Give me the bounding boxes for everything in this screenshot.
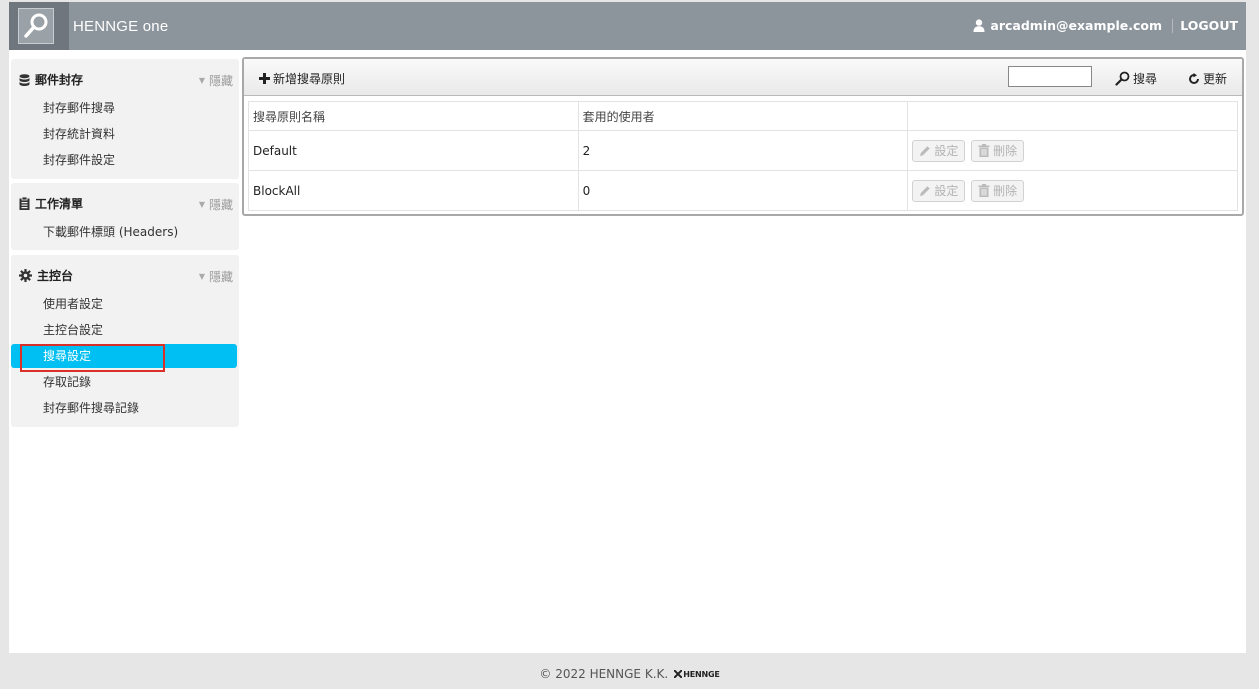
user-menu[interactable]: arcadmin@example.com xyxy=(973,18,1162,33)
clipboard-icon xyxy=(19,197,30,210)
sidebar-item-download-headers[interactable]: 下載郵件標頭 (Headers) xyxy=(43,219,178,245)
delete-label: 刪除 xyxy=(993,144,1018,158)
sidebar-item-archive-stats[interactable]: 封存統計資料 xyxy=(43,121,115,147)
add-policy-label: 新增搜尋原則 xyxy=(273,72,346,86)
brand-prefix: HENNGE xyxy=(73,18,139,35)
delete-button[interactable]: 刪除 xyxy=(971,139,1025,162)
section-title-archive: 郵件封存 xyxy=(19,71,83,88)
policy-name-cell: Default xyxy=(248,130,579,171)
hide-toggle-tasks[interactable]: ▼ 隱藏 xyxy=(199,196,233,213)
edit-button[interactable]: 設定 xyxy=(912,179,966,202)
footer-logo: HENNGE xyxy=(674,669,720,679)
applied-users-cell: 0 xyxy=(577,170,909,211)
column-header-applied-users: 套用的使用者 xyxy=(577,101,909,131)
edit-button[interactable]: 設定 xyxy=(912,139,966,162)
section-title-text: 工作清單 xyxy=(35,197,84,211)
brand-name: HENNGE one xyxy=(73,18,168,35)
sidebar-item-archive-settings[interactable]: 封存郵件設定 xyxy=(43,147,115,173)
policy-table: 搜尋原則名稱 套用的使用者 Default 2 設定 刪除 BlockAll 0… xyxy=(248,101,1238,211)
section-title-tasks: 工作清單 xyxy=(19,195,83,212)
sidebar-item-console-settings[interactable]: 主控台設定 xyxy=(43,317,103,343)
refresh-button[interactable]: 更新 xyxy=(1188,70,1227,87)
highlight-annotation xyxy=(20,344,165,372)
sidebar-section-console: 主控台 ▼ 隱藏 使用者設定 主控台設定 搜尋設定 存取記錄 封存郵件搜尋記錄 xyxy=(11,255,239,427)
hide-label: 隱藏 xyxy=(208,270,233,284)
actions-cell: 設定 刪除 xyxy=(907,170,1238,211)
sidebar-section-tasks: 工作清單 ▼ 隱藏 下載郵件標頭 (Headers) xyxy=(11,183,239,250)
top-header: HENNGE one arcadmin@example.com LOGOUT xyxy=(9,2,1246,50)
sidebar-item-user-settings[interactable]: 使用者設定 xyxy=(43,291,103,317)
henngeflower-logo-icon xyxy=(674,670,683,678)
hide-toggle-console[interactable]: ▼ 隱藏 xyxy=(199,268,233,285)
column-header-policy-name: 搜尋原則名稱 xyxy=(248,101,579,131)
hide-label: 隱藏 xyxy=(208,74,233,88)
delete-label: 刪除 xyxy=(993,184,1018,198)
user-icon xyxy=(973,19,985,32)
search-label: 搜尋 xyxy=(1133,72,1158,86)
policy-name-cell: BlockAll xyxy=(248,170,579,211)
triangle-down-icon: ▼ xyxy=(198,200,205,209)
search-button[interactable]: 搜尋 xyxy=(1115,70,1157,87)
actions-cell: 設定 刪除 xyxy=(907,130,1238,171)
table-row: BlockAll 0 設定 刪除 xyxy=(248,170,1238,211)
pencil-icon xyxy=(920,145,931,156)
delete-button[interactable]: 刪除 xyxy=(971,179,1025,202)
search-policy-panel: 新增搜尋原則 搜尋 更新 搜尋原則名稱 套用的使用者 Default 2 設定 … xyxy=(242,57,1244,216)
column-header-actions xyxy=(907,101,1238,131)
database-icon xyxy=(19,73,30,86)
section-title-text: 郵件封存 xyxy=(35,73,84,87)
refresh-icon xyxy=(1189,72,1199,84)
logout-link[interactable]: LOGOUT xyxy=(1180,18,1238,33)
section-title-text: 主控台 xyxy=(37,269,74,283)
applied-users-cell: 2 xyxy=(577,130,909,171)
table-header-row: 搜尋原則名稱 套用的使用者 xyxy=(248,101,1238,131)
plus-icon xyxy=(259,73,270,84)
hide-toggle-archive[interactable]: ▼ 隱藏 xyxy=(199,72,233,89)
edit-label: 設定 xyxy=(934,144,959,158)
sidebar-item-access-log[interactable]: 存取記錄 xyxy=(43,369,91,395)
footer-logo-text: HENNGE xyxy=(683,669,720,679)
trash-icon xyxy=(978,144,990,157)
trash-icon xyxy=(978,184,990,197)
panel-toolbar: 新增搜尋原則 搜尋 更新 xyxy=(244,59,1242,96)
user-email: arcadmin@example.com xyxy=(990,18,1162,33)
pencil-icon xyxy=(920,185,931,196)
sidebar-item-archive-search[interactable]: 封存郵件搜尋 xyxy=(43,95,115,121)
table-row: Default 2 設定 刪除 xyxy=(248,130,1238,171)
footer-copyright: © 2022 HENNGE K.K. xyxy=(539,667,669,681)
edit-label: 設定 xyxy=(934,184,959,198)
hide-label: 隱藏 xyxy=(208,198,233,212)
search-icon xyxy=(1115,71,1130,86)
search-input[interactable] xyxy=(1008,66,1092,87)
section-title-console: 主控台 xyxy=(19,267,73,284)
triangle-down-icon: ▼ xyxy=(198,76,205,85)
magnifier-logo-icon xyxy=(18,8,54,44)
triangle-down-icon: ▼ xyxy=(198,272,205,281)
brand-suffix: one xyxy=(142,18,169,35)
header-divider xyxy=(1172,19,1173,33)
app-logo[interactable] xyxy=(9,2,69,50)
gear-icon xyxy=(19,269,32,282)
refresh-label: 更新 xyxy=(1203,72,1228,86)
add-policy-button[interactable]: 新增搜尋原則 xyxy=(259,70,345,87)
footer: © 2022 HENNGE K.K. HENNGE xyxy=(0,667,1259,681)
sidebar-section-archive: 郵件封存 ▼ 隱藏 封存郵件搜尋 封存統計資料 封存郵件設定 xyxy=(11,59,239,179)
sidebar-item-archive-search-log[interactable]: 封存郵件搜尋記錄 xyxy=(43,395,139,421)
